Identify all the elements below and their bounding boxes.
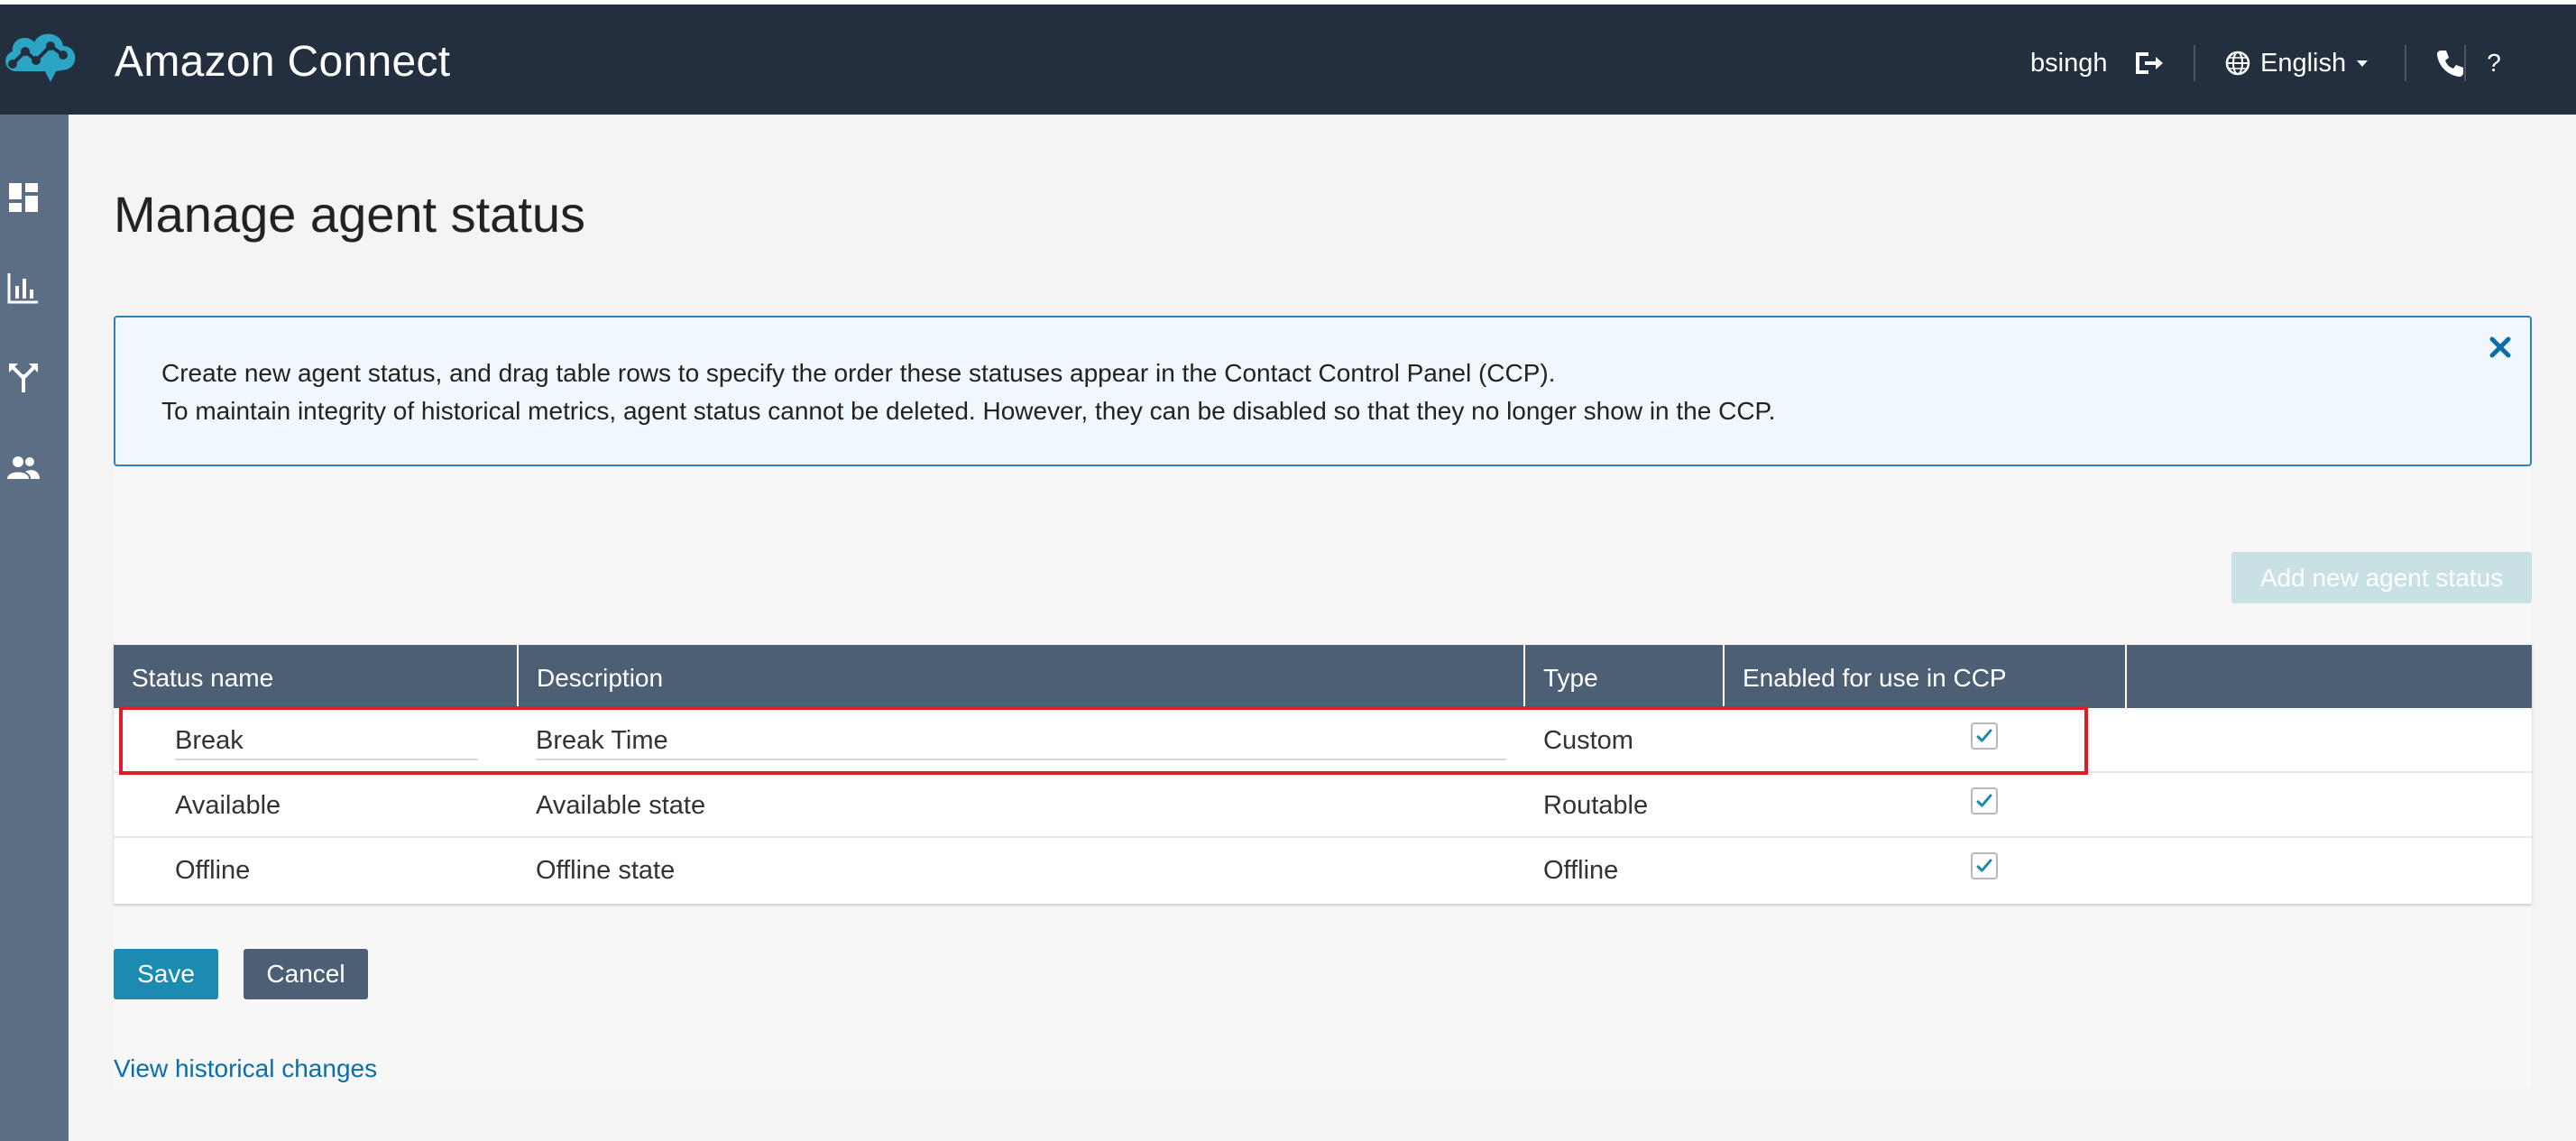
caret-down-icon: [2357, 60, 2369, 67]
page-title: Manage agent status: [114, 186, 586, 243]
column-header-enabled: Enabled for use in CCP: [1725, 645, 2127, 708]
table-row[interactable]: Available Available state Routable: [114, 773, 2532, 838]
header-divider: [2464, 45, 2466, 81]
column-header-type: Type: [1525, 645, 1725, 708]
header-divider: [2405, 45, 2406, 81]
info-banner: Create new agent status, and drag table …: [114, 316, 2532, 466]
metrics-icon[interactable]: [5, 270, 41, 306]
status-name-input[interactable]: Break: [175, 721, 478, 760]
phone-icon[interactable]: [2432, 45, 2468, 81]
logout-icon[interactable]: [2130, 45, 2167, 81]
type-cell: Routable: [1543, 791, 1649, 820]
view-historical-changes-link[interactable]: View historical changes: [114, 1050, 377, 1088]
language-label: English: [2260, 49, 2347, 78]
description-cell: Available state: [536, 791, 706, 820]
cancel-button[interactable]: Cancel: [244, 949, 368, 999]
username[interactable]: bsingh: [2030, 41, 2107, 86]
save-button[interactable]: Save: [114, 949, 218, 999]
users-icon[interactable]: [5, 450, 41, 486]
add-agent-status-button[interactable]: Add new agent status: [2231, 552, 2532, 603]
app-title: Amazon Connect: [115, 38, 451, 86]
globe-icon: [2225, 51, 2250, 76]
table-header: Status name Description Type Enabled for…: [114, 645, 2532, 708]
close-icon[interactable]: [2487, 334, 2514, 361]
status-name-cell: Available: [175, 791, 281, 820]
description-input[interactable]: Break Time: [536, 721, 1506, 760]
type-cell: Custom: [1543, 726, 1633, 755]
dashboard-icon[interactable]: [5, 179, 41, 216]
amazon-connect-logo-icon: [5, 33, 76, 82]
column-header-description: Description: [519, 645, 1525, 708]
description-cell: Offline state: [536, 856, 676, 885]
header-divider: [2194, 45, 2195, 81]
info-text-line-2: To maintain integrity of historical metr…: [161, 397, 1776, 425]
type-cell: Offline: [1543, 856, 1619, 885]
sidebar: [0, 115, 69, 1141]
help-button[interactable]: ?: [2480, 41, 2507, 86]
column-header-actions: [2127, 645, 2532, 708]
enabled-checkbox[interactable]: [1971, 722, 1998, 750]
agent-status-table: Status name Description Type Enabled for…: [114, 645, 2532, 904]
routing-icon[interactable]: [5, 360, 41, 396]
top-header: Amazon Connect bsingh English ?: [0, 5, 2576, 115]
language-selector[interactable]: English: [2224, 41, 2369, 86]
status-name-cell: Offline: [175, 856, 251, 885]
info-text-line-1: Create new agent status, and drag table …: [161, 359, 1556, 387]
enabled-checkbox[interactable]: [1971, 787, 1998, 814]
table-row[interactable]: Break Break Time Custom: [114, 708, 2532, 773]
enabled-checkbox[interactable]: [1971, 852, 1998, 879]
table-row[interactable]: Offline Offline state Offline: [114, 838, 2532, 903]
column-header-status-name: Status name: [114, 645, 519, 708]
